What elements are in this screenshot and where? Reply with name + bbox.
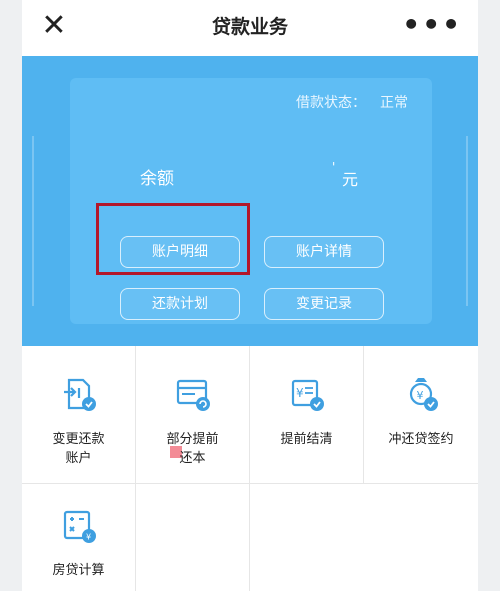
loan-status-label: 借款状态： bbox=[296, 95, 366, 111]
banner-decoration bbox=[32, 136, 48, 306]
balance-value: ' bbox=[332, 160, 336, 174]
account-info-button[interactable]: 账户详情 bbox=[264, 236, 384, 268]
grid-item-mortgage-calculator[interactable]: ¥ 房贷计算 bbox=[22, 484, 136, 591]
label-line: 账户 bbox=[65, 451, 92, 466]
service-grid: 变更还款 账户 部分提前 还本 ¥ 提前结清 ¥ 冲还贷签约 ¥ 房贷计算 bbox=[22, 346, 478, 591]
svg-text:¥: ¥ bbox=[86, 533, 91, 542]
partial-repay-icon bbox=[176, 379, 210, 411]
grid-item-settle[interactable]: ¥ 提前结清 bbox=[250, 346, 364, 484]
app-frame: ✕ 贷款业务 ••• 借款状态： 正常 余额 ' 元 账户明细 账户详情 还款计划… bbox=[22, 0, 478, 591]
more-menu-icon[interactable]: ••• bbox=[402, 8, 462, 41]
label-line: 冲还贷签约 bbox=[388, 432, 454, 447]
grid-item-label: 变更还款 账户 bbox=[26, 430, 131, 468]
svg-text:¥: ¥ bbox=[296, 386, 304, 400]
loan-sign-icon: ¥ bbox=[409, 378, 438, 411]
label-line: 变更还款 bbox=[52, 432, 105, 447]
repayment-plan-button[interactable]: 还款计划 bbox=[120, 288, 240, 320]
settle-icon: ¥ bbox=[291, 379, 324, 411]
change-record-button[interactable]: 变更记录 bbox=[264, 288, 384, 320]
banner-decoration bbox=[452, 136, 468, 306]
calculator-icon: ¥ bbox=[63, 510, 96, 543]
highlight-box bbox=[96, 203, 250, 275]
balance-unit: 元 bbox=[342, 170, 359, 189]
grid-item-label: 冲还贷签约 bbox=[368, 430, 474, 449]
label-line: 还本 bbox=[179, 451, 206, 466]
label-line: 提前结清 bbox=[280, 432, 333, 447]
loan-banner: 借款状态： 正常 余额 ' 元 账户明细 账户详情 还款计划 变更记录 bbox=[22, 56, 478, 346]
grid-item-label: 房贷计算 bbox=[26, 561, 131, 580]
label-line: 房贷计算 bbox=[52, 563, 105, 578]
left-edge bbox=[0, 0, 22, 591]
balance-label: 余额 bbox=[140, 169, 174, 189]
loan-status: 借款状态： 正常 bbox=[296, 92, 408, 112]
grid-item-change-account[interactable]: 变更还款 账户 bbox=[22, 346, 136, 484]
grid-item-loan-sign[interactable]: ¥ 冲还贷签约 bbox=[364, 346, 478, 484]
grid-item-partial-repay[interactable]: 部分提前 还本 bbox=[136, 346, 250, 484]
svg-text:¥: ¥ bbox=[417, 389, 424, 402]
label-line: 部分提前 bbox=[166, 432, 219, 447]
right-edge bbox=[478, 0, 500, 591]
grid-item-label: 部分提前 还本 bbox=[140, 430, 245, 468]
grid-empty-cell bbox=[136, 484, 250, 591]
grid-item-label: 提前结清 bbox=[254, 430, 359, 449]
account-change-icon bbox=[64, 378, 96, 411]
nav-bar: ✕ 贷款业务 ••• bbox=[22, 0, 478, 57]
loan-card: 借款状态： 正常 余额 ' 元 账户明细 账户详情 还款计划 变更记录 bbox=[70, 78, 432, 324]
loan-status-value: 正常 bbox=[380, 95, 408, 111]
